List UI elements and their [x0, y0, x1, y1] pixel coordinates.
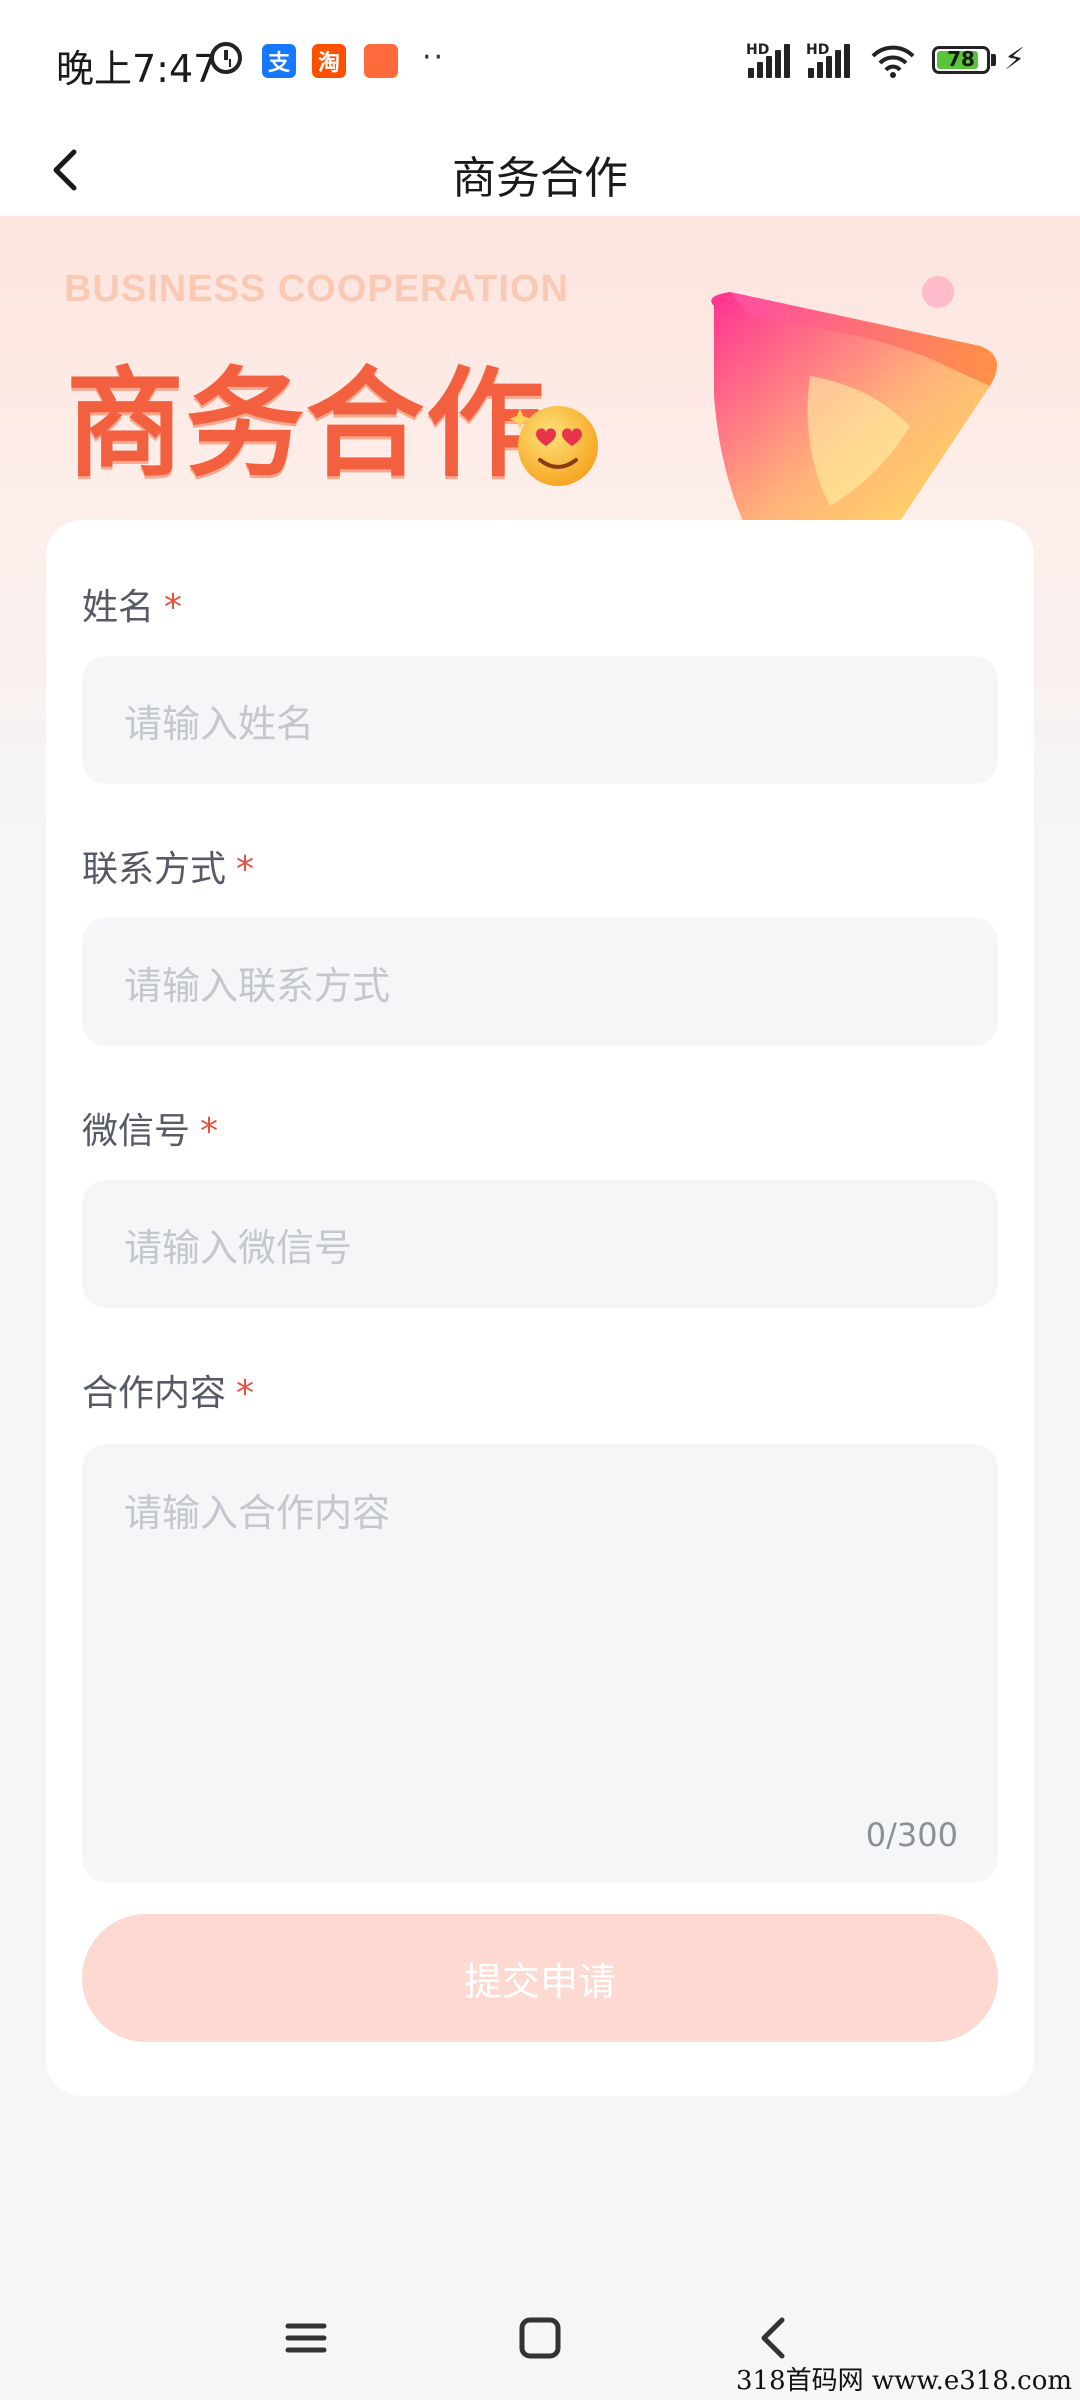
cooperation-textarea[interactable]: 请输入合作内容 0/300 [82, 1444, 998, 1882]
cooperation-label: 合作内容 * [82, 1364, 254, 1416]
name-input[interactable]: 请输入姓名 [82, 656, 998, 784]
required-mark: * [200, 1111, 219, 1152]
nav-bar: 商务合作 [0, 124, 1080, 216]
wechat-placeholder: 请输入微信号 [124, 1225, 353, 1270]
alipay-icon: 支 [262, 44, 296, 78]
taobao-icon: 淘 [312, 44, 346, 78]
charging-icon: ⚡ [1004, 42, 1026, 77]
signal-icon-sim1: HD [746, 42, 796, 78]
wifi-icon [871, 45, 915, 78]
banner-title: 商务合作 [66, 355, 547, 493]
name-placeholder: 请输入姓名 [124, 701, 315, 746]
menu-icon[interactable] [276, 2308, 336, 2368]
name-label-text: 姓名 [82, 587, 155, 628]
char-counter: 0/300 [865, 1816, 958, 1854]
required-mark: * [164, 587, 183, 628]
wechat-label: 微信号 * [82, 1102, 218, 1154]
page-title: 商务合作 [452, 153, 628, 204]
status-bar: 晚上7:47 支 淘 ·· HD HD 78 ⚡ [0, 0, 1080, 124]
battery-level: 78 [947, 47, 975, 71]
shopping-bag-icon [364, 44, 398, 78]
contact-label-text: 联系方式 [82, 849, 227, 890]
back-nav-icon[interactable] [744, 2308, 804, 2368]
required-mark: * [236, 849, 255, 890]
home-icon[interactable] [510, 2308, 570, 2368]
status-time: 晚上7:47 [56, 47, 218, 91]
wechat-label-text: 微信号 [82, 1111, 191, 1152]
cooperation-label-text: 合作内容 [82, 1373, 227, 1414]
watermark: 318首码网 www.e318.com [736, 2366, 1072, 2396]
cooperation-placeholder: 请输入合作内容 [124, 1491, 391, 1535]
alarm-icon [210, 42, 242, 74]
more-notifications-icon: ·· [422, 40, 446, 75]
contact-input[interactable]: 请输入联系方式 [82, 918, 998, 1046]
required-mark: * [236, 1373, 255, 1414]
name-label: 姓名 * [82, 578, 182, 630]
form-card: 姓名 * 请输入姓名 联系方式 * 请输入联系方式 微信号 * 请输入微信号 合作内容… [46, 520, 1034, 2096]
banner-subtitle: BUSINESS COOPERATION [64, 268, 569, 310]
wechat-input[interactable]: 请输入微信号 [82, 1180, 998, 1308]
contact-label: 联系方式 * [82, 840, 254, 892]
heart-eyes-emoji-icon [509, 406, 598, 486]
signal-icon-sim2: HD [806, 42, 856, 78]
contact-placeholder: 请输入联系方式 [124, 963, 391, 1008]
battery-icon: 78 [932, 46, 990, 74]
submit-button[interactable]: 提交申请 [82, 1914, 998, 2042]
play-logo-icon [711, 276, 998, 536]
